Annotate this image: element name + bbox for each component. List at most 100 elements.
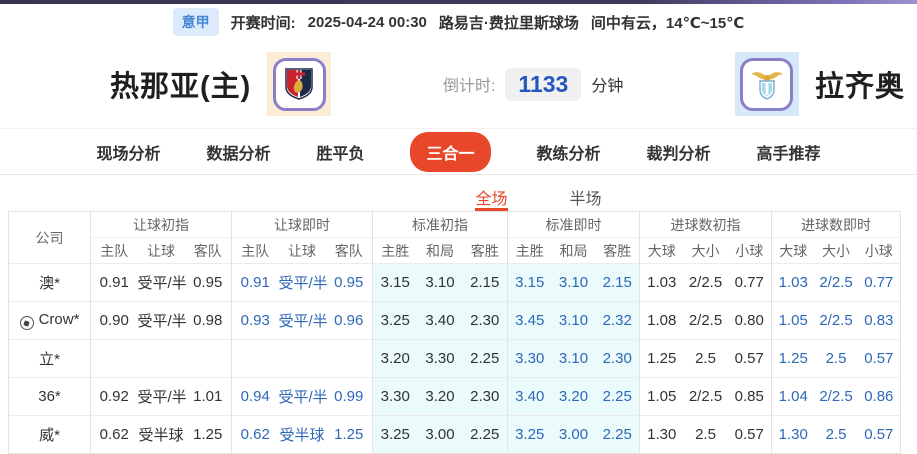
odds-cell: 3.15 — [372, 263, 418, 302]
odds-cell: 3.25 — [372, 301, 418, 340]
period-tab-1[interactable]: 全场 — [475, 185, 508, 211]
odds-cell: 2.30 — [595, 339, 640, 378]
sub-column-header: 大球 — [771, 237, 815, 264]
sub-column-header: 客队 — [325, 237, 373, 264]
odds-cell: 2.30 — [462, 301, 508, 340]
group-header-3: 标准初指 — [372, 211, 508, 238]
company-column-header: 公司 — [35, 229, 64, 246]
odds-cell: 3.30 — [372, 377, 418, 416]
sub-column-header: 主队 — [90, 237, 138, 264]
odds-cell: 0.96 — [325, 301, 373, 340]
odds-cell — [325, 339, 373, 378]
odds-cell: 1.25 — [771, 339, 815, 378]
odds-cell: 2/2.5 — [683, 301, 728, 340]
main-tab-1[interactable]: 现场分析 — [96, 140, 160, 164]
kickoff-label: 开赛时间: — [230, 14, 296, 32]
sub-column-header: 主队 — [231, 237, 279, 264]
venue: 路易吉·费拉里斯球场 — [438, 14, 579, 32]
odds-cell: 受平/半 — [278, 377, 328, 416]
main-tab-5[interactable]: 教练分析 — [537, 140, 601, 164]
main-tab-2[interactable]: 数据分析 — [206, 140, 270, 164]
sub-column-header: 主胜 — [507, 237, 552, 264]
table-row: 36* 0.92 受平/半 1.01 0.94 受平/半 0.99 3.30 3.20 2.30 3… — [8, 377, 901, 416]
sub-column-header: 和局 — [417, 237, 463, 264]
main-tab-7[interactable]: 高手推荐 — [757, 140, 821, 164]
odds-cell: 3.30 — [417, 339, 463, 378]
odds-cell: 1.05 — [771, 301, 815, 340]
odds-cell: 2.5 — [683, 339, 728, 378]
odds-cell: 3.40 — [507, 377, 552, 416]
home-team-logo — [267, 52, 332, 116]
company-cell: 澳* — [8, 263, 91, 302]
odds-cell: 1.03 — [771, 263, 815, 302]
odds-cell: 3.20 — [551, 377, 596, 416]
table-row: Crow* 0.90 受平/半 0.98 0.93 受平/半 0.96 3.25 3.40 2.3… — [8, 301, 901, 340]
odds-cell: 3.20 — [417, 377, 463, 416]
odds-cell: 0.77 — [727, 263, 772, 302]
main-tab-3[interactable]: 胜平负 — [316, 140, 364, 164]
odds-cell: 0.57 — [727, 339, 772, 378]
group-header-2: 让球即时 — [231, 211, 373, 238]
weather: 间中有云，14℃~15℃ — [590, 14, 745, 32]
league-badge[interactable]: 意甲 — [172, 8, 219, 36]
odds-cell: 0.80 — [727, 301, 772, 340]
odds-cell: 1.04 — [771, 377, 815, 416]
sub-column-header: 大球 — [639, 237, 684, 264]
period-tabs: 全场 半场 — [0, 174, 917, 211]
away-team: 拉齐奥 — [734, 52, 905, 116]
kickoff-time: 2025-04-24 00:30 — [307, 13, 427, 31]
main-tabs: 现场分析 数据分析 胜平负 三合一 教练分析 裁判分析 高手推荐 — [0, 128, 917, 174]
odds-cell — [184, 339, 232, 378]
countdown-unit: 分钟 — [591, 78, 624, 95]
odds-cell: 3.10 — [551, 339, 596, 378]
period-tab-2[interactable]: 半场 — [570, 185, 602, 211]
odds-cell: 0.90 — [90, 301, 138, 340]
table-row: 立* 3.20 3.30 2.25 3.30 3.10 2.30 1.25 2.5 0.57 1.2… — [8, 339, 901, 378]
odds-cell — [278, 339, 326, 378]
odds-cell: 1.01 — [184, 377, 232, 416]
odds-cell: 0.83 — [857, 301, 901, 340]
odds-cell: 0.92 — [90, 377, 138, 416]
odds-cell — [231, 339, 279, 378]
odds-cell: 受平/半 — [137, 263, 187, 302]
odds-cell: 受平/半 — [137, 377, 187, 416]
odds-cell — [90, 339, 138, 378]
main-tab-4[interactable]: 三合一 — [410, 131, 491, 172]
countdown: 倒计时: 1133 分钟 — [331, 67, 735, 101]
sub-column-header: 小球 — [857, 237, 901, 264]
sub-column-header: 让球 — [278, 237, 326, 264]
odds-cell: 2/2.5 — [683, 377, 728, 416]
away-team-logo — [734, 52, 799, 116]
odds-cell: 3.10 — [417, 263, 463, 302]
company-name: 威* — [39, 427, 60, 444]
odds-table-head: 公司 让球初指 让球即时 标准初指 标准即时 进球数初指 进球数即时 主队 让球 客队 主队 让球 客队… — [9, 211, 901, 264]
sub-column-header: 大小 — [814, 237, 858, 264]
odds-cell: 0.98 — [184, 301, 232, 340]
odds-cell: 2/2.5 — [814, 263, 858, 302]
odds-cell — [137, 339, 185, 378]
company-name: 立* — [39, 351, 60, 368]
odds-cell: 0.94 — [231, 377, 279, 416]
odds-table-body: 澳* 0.91 受平/半 0.95 0.91 受平/半 0.95 3.15 3.10 2.15 3.… — [8, 263, 901, 454]
odds-cell: 1.25 — [639, 339, 684, 378]
odds-cell: 2/2.5 — [814, 301, 858, 340]
company-cell: 36* — [8, 377, 91, 416]
main-tab-6[interactable]: 裁判分析 — [647, 140, 711, 164]
odds-cell: 0.91 — [231, 263, 279, 302]
group-header-5: 进球数初指 — [638, 211, 772, 238]
home-team: 热那亚(主) — [110, 52, 332, 116]
sub-column-header: 让球 — [137, 237, 185, 264]
company-name: 澳* — [39, 275, 60, 292]
sub-column-header: 主胜 — [372, 237, 418, 264]
sub-column-header: 客队 — [184, 237, 232, 264]
sub-column-header: 小球 — [727, 237, 772, 264]
sub-column-header: 客胜 — [462, 237, 508, 264]
odds-cell: 1.03 — [639, 263, 684, 302]
odds-cell: 受平/半 — [278, 301, 328, 340]
genoa-crest-icon — [272, 57, 326, 111]
odds-cell: 2.15 — [595, 263, 640, 302]
odds-cell: 3.30 — [507, 339, 552, 378]
table-row: 澳* 0.91 受平/半 0.95 0.91 受平/半 0.95 3.15 3.10 2.15 3.… — [8, 263, 901, 302]
odds-cell: 3.20 — [372, 339, 418, 378]
odds-cell: 0.91 — [90, 263, 138, 302]
